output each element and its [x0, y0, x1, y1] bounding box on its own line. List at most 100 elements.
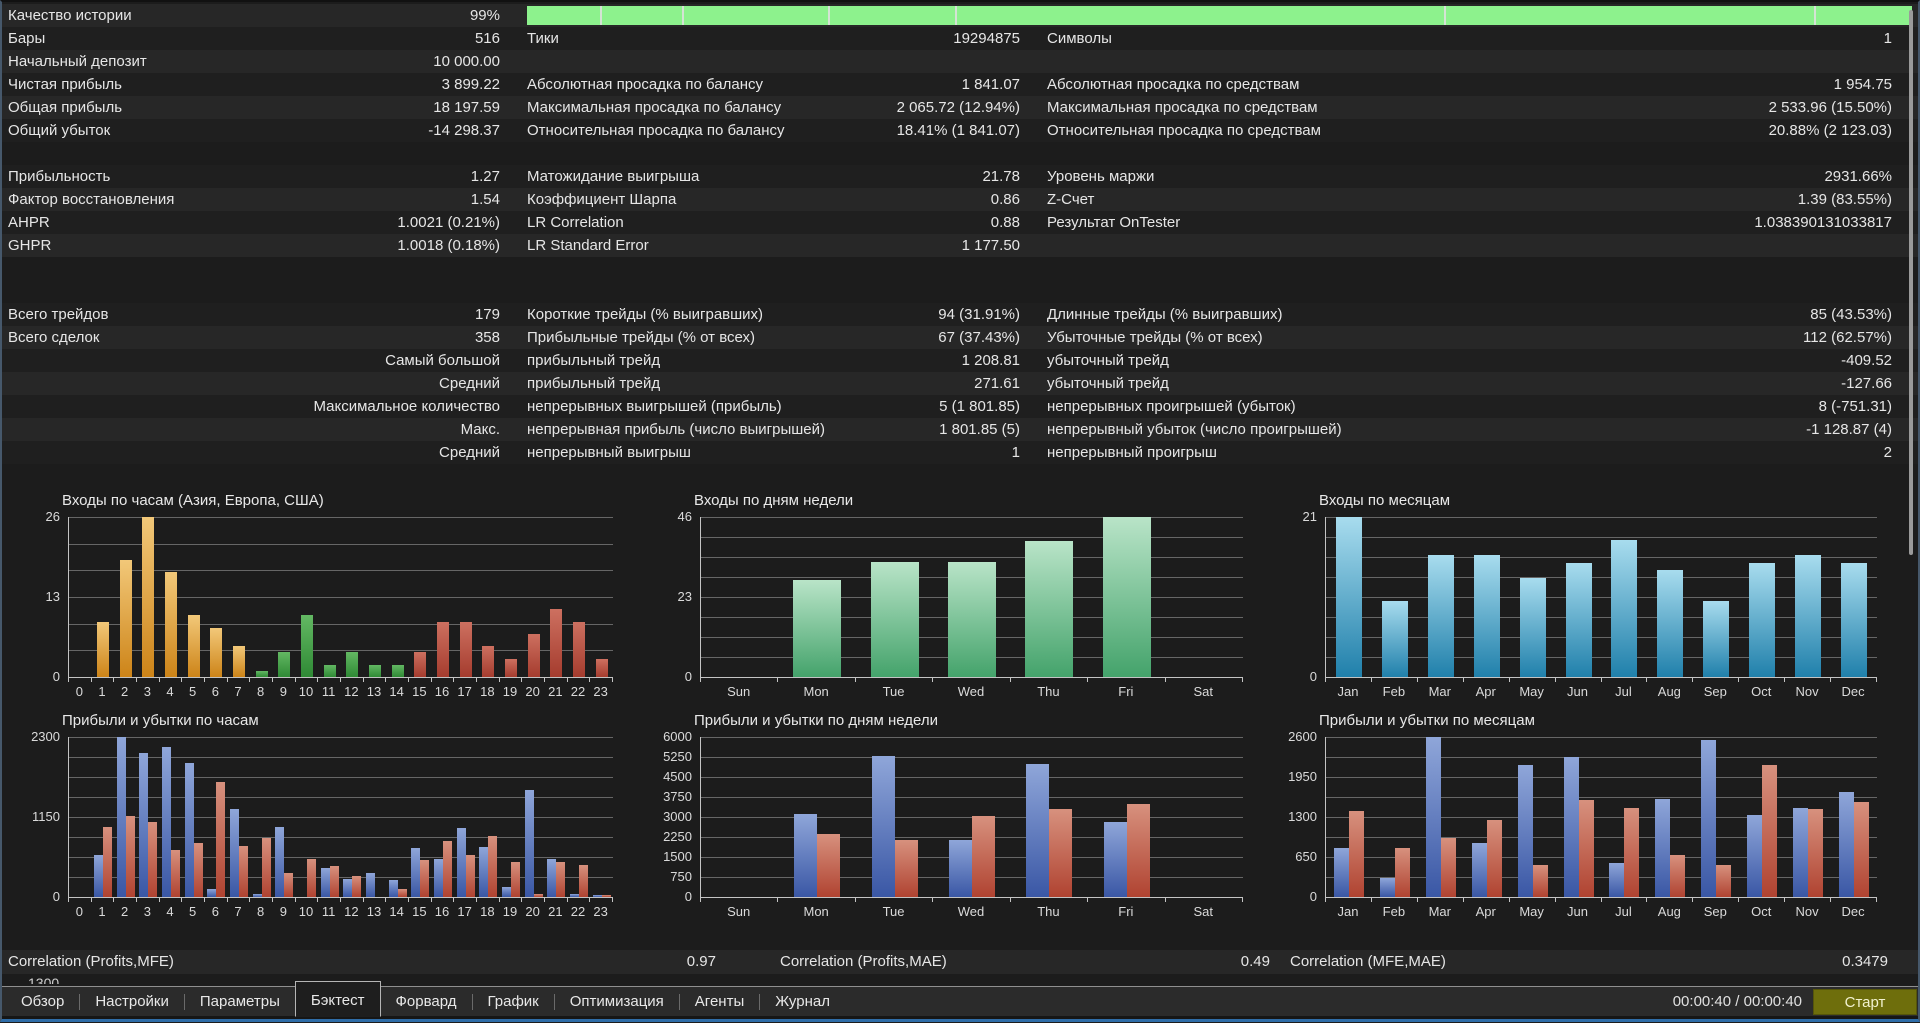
bar-profit: [524, 789, 534, 897]
x-axis-tick: [1325, 898, 1326, 902]
x-axis-tick: [498, 898, 500, 902]
report-row: Максимальное количество непрерывных выигр…: [0, 395, 1920, 418]
x-axis-tick: [854, 678, 856, 682]
report-row: Всего трейдов 179 Короткие трейды (% выигр…: [0, 303, 1920, 326]
tab-настройки[interactable]: Настройки: [80, 987, 184, 1017]
stat-value: Самый большой: [385, 352, 500, 369]
quality-segment-separator: [1813, 6, 1816, 25]
x-axis-tick: [700, 898, 701, 902]
x-axis-tick: [1646, 898, 1648, 902]
x-axis-tick: [521, 678, 523, 682]
start-button[interactable]: Старт: [1813, 989, 1917, 1015]
report-row: Общая прибыль 18 197.59 Максимальная проса…: [0, 96, 1920, 119]
vertical-scrollbar-thumb[interactable]: [1909, 10, 1913, 555]
stat-value: 1 801.85 (5): [939, 421, 1020, 438]
report-row: Качество истории 99%: [0, 4, 1920, 27]
x-axis-tick: [340, 678, 341, 682]
bar-profit: [230, 808, 239, 897]
y-axis-label: 0: [684, 669, 692, 684]
report-row: Чистая прибыль 3 899.22 Абсолютная просадк…: [0, 73, 1920, 96]
bar: [1749, 562, 1776, 677]
y-axis-label: 5250: [663, 749, 692, 764]
y-axis-label: 0: [684, 889, 692, 904]
tab-агенты[interactable]: Агенты: [680, 987, 759, 1017]
x-axis-tick: [453, 898, 455, 902]
stat-value: 1 208.81: [961, 352, 1020, 369]
tab-форвард[interactable]: Форвард: [381, 987, 472, 1017]
x-axis-label: Sat: [1193, 684, 1214, 699]
bar-loss: [261, 837, 271, 897]
bar-loss: [1624, 807, 1640, 897]
tab-журнал[interactable]: Журнал: [760, 987, 845, 1017]
x-axis-tick: [521, 898, 523, 902]
report-row: Самый большой прибыльный трейд 1 208.81 убы…: [0, 349, 1920, 372]
chart-plot-entries-by-hour: [68, 517, 613, 678]
x-axis-tick: [1830, 898, 1832, 902]
x-axis-tick: [226, 898, 228, 902]
y-axis-label: 1150: [32, 809, 60, 824]
stat-value: 1: [1011, 444, 1020, 461]
gridline: [69, 777, 613, 778]
stat-value: Максимальное количество: [313, 398, 500, 415]
stat-value: 21.78: [982, 168, 1020, 185]
bar-profit: [434, 859, 443, 897]
y-axis-label: 2250: [663, 829, 692, 844]
bar-profit: [1839, 792, 1855, 897]
x-axis-tick: [158, 678, 160, 682]
tab-обзор[interactable]: Обзор: [6, 987, 79, 1017]
y-axis-label: 0: [52, 669, 60, 684]
stat-value: 3 899.22: [441, 76, 500, 93]
bar-loss: [533, 893, 543, 897]
bar-loss: [488, 835, 498, 897]
bar-profit: [479, 846, 489, 897]
bar-profit: [252, 893, 262, 897]
bar: [948, 562, 996, 677]
x-axis-tick: [612, 678, 613, 682]
clipped-axis-label: 1300: [28, 975, 60, 984]
quality-segment-separator: [954, 6, 957, 25]
bar-profit: [1026, 763, 1050, 897]
bar-loss: [125, 815, 135, 897]
tab-параметры[interactable]: Параметры: [185, 987, 295, 1017]
x-axis-tick: [249, 898, 251, 902]
x-axis-tick: [158, 898, 160, 902]
bar-loss: [397, 889, 407, 897]
y-axis-label: 4500: [663, 769, 692, 784]
x-axis-tick: [566, 898, 568, 902]
bar-loss: [103, 826, 112, 897]
bar: [1025, 541, 1074, 677]
x-axis-tick: [294, 678, 296, 682]
tab-бэктест[interactable]: Бэктест: [294, 981, 381, 1017]
bar-loss: [1126, 804, 1150, 897]
bar: [369, 664, 381, 677]
gridline: [1326, 757, 1877, 758]
stat-value: Средний: [439, 375, 500, 392]
history-quality-bar: [527, 6, 1912, 25]
stat-value: 20.88% (2 123.03): [1768, 122, 1892, 139]
x-axis-tick: [68, 898, 69, 902]
chart-plot-entries-by-month: [1325, 517, 1877, 678]
x-axis-tick: [1462, 678, 1464, 682]
x-axis-tick: [204, 898, 205, 902]
bar-loss: [579, 865, 588, 897]
x-axis-tick: [136, 678, 137, 682]
x-axis-tick: [1370, 898, 1372, 902]
tab-оптимизация[interactable]: Оптимизация: [555, 987, 679, 1017]
gridline: [701, 517, 1243, 518]
bar-profit: [1517, 765, 1533, 897]
stat-value: Макс.: [460, 421, 500, 438]
bar: [1841, 562, 1868, 677]
gridline: [701, 777, 1243, 778]
x-axis-tick: [1087, 678, 1089, 682]
bar: [1565, 562, 1592, 677]
x-axis-tick: [430, 678, 432, 682]
bar-loss: [817, 834, 841, 897]
x-axis-tick: [1692, 678, 1694, 682]
x-axis-tick: [272, 898, 273, 902]
tab-график[interactable]: График: [473, 987, 554, 1017]
bar-loss: [465, 854, 475, 897]
stat-value: 2 533.96 (15.50%): [1768, 99, 1892, 116]
x-axis-tick: [362, 898, 364, 902]
x-axis-tick: [90, 898, 92, 902]
report-row: Средний прибыльный трейд 271.61 убыточный т…: [0, 372, 1920, 395]
